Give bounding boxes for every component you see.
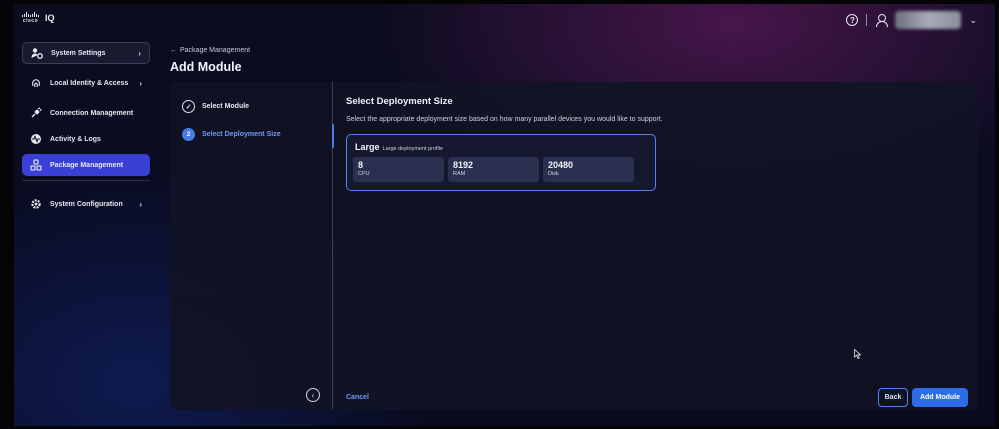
- sidebar-item-package-management[interactable]: Package Management: [22, 154, 150, 176]
- app-logo[interactable]: cisco IQ: [22, 12, 55, 24]
- metric-ram: 8192 RAM: [448, 157, 539, 182]
- size-description: Large deployment profile: [382, 146, 444, 152]
- size-metrics: 8 CPU 8192 RAM 20480 Disk: [353, 157, 634, 182]
- chevron-down-icon[interactable]: ⌄: [969, 15, 977, 26]
- sidebar-item-local-identity[interactable]: Local Identity & Access ›: [22, 68, 150, 98]
- sidebar: System Settings › Local Identity & Acces…: [22, 42, 150, 223]
- add-module-button[interactable]: Add Module: [912, 388, 968, 407]
- size-card-header: Large Large deployment profile: [355, 142, 443, 152]
- sidebar-item-label: Local Identity & Access: [50, 79, 129, 87]
- sidebar-item-connection-management[interactable]: Connection Management: [22, 102, 150, 124]
- back-button[interactable]: Back: [878, 388, 908, 407]
- fingerprint-icon: [30, 77, 42, 89]
- step-select-deployment-size[interactable]: 2 Select Deployment Size: [182, 128, 281, 141]
- metric-label: RAM: [453, 171, 466, 177]
- back-link-label: Package Management: [180, 47, 251, 54]
- metric-value: 20480: [548, 160, 574, 170]
- metric-label: Disk: [548, 171, 559, 177]
- step-number-badge: 2: [182, 128, 195, 141]
- activity-icon: [30, 133, 42, 145]
- cisco-logo-icon: cisco: [22, 12, 39, 24]
- check-circle-icon: ✓: [182, 100, 195, 113]
- user-name-redacted[interactable]: [895, 11, 962, 29]
- top-right-controls: ? ⌄: [846, 11, 977, 29]
- user-icon[interactable]: [875, 14, 889, 27]
- page-title: Add Module: [170, 60, 242, 74]
- plug-icon: [30, 107, 42, 119]
- section-title: Select Deployment Size: [346, 96, 453, 107]
- sidebar-item-activity-logs[interactable]: Activity & Logs: [22, 128, 150, 150]
- back-link[interactable]: ← Package Management: [170, 47, 250, 54]
- chevron-right-icon: ›: [138, 48, 141, 58]
- collapse-stepper-button[interactable]: ‹: [306, 388, 320, 402]
- step-select-module[interactable]: ✓ Select Module: [182, 100, 249, 113]
- wizard-panel: ✓ Select Module 2 Select Deployment Size…: [170, 82, 978, 410]
- metric-value: 8: [358, 160, 364, 170]
- cancel-link[interactable]: Cancel: [346, 394, 369, 401]
- sidebar-item-label: System Settings: [51, 49, 106, 57]
- wizard-content: Select Deployment Size Select the approp…: [346, 82, 978, 410]
- help-icon[interactable]: ?: [846, 14, 859, 26]
- top-bar: cisco IQ ? ⌄: [14, 4, 995, 32]
- app-window: cisco IQ ? ⌄ System Settings › Local Ide…: [14, 4, 995, 426]
- settings-icon: [30, 198, 42, 210]
- metric-cpu: 8 CPU: [353, 157, 444, 182]
- mouse-cursor-icon: [854, 349, 862, 359]
- chevron-right-icon: ›: [139, 78, 142, 88]
- sidebar-item-label: Connection Management: [50, 109, 134, 117]
- metric-label: CPU: [358, 171, 370, 177]
- gear-user-icon: [31, 47, 43, 59]
- deployment-size-card-large[interactable]: Large Large deployment profile 8 CPU 819…: [346, 134, 656, 191]
- chevron-right-icon: ›: [139, 199, 142, 209]
- size-name: Large: [355, 142, 380, 152]
- sidebar-item-label: System Configuration: [50, 200, 123, 208]
- sidebar-item-system-configuration[interactable]: System Configuration ›: [22, 189, 150, 219]
- section-description: Select the appropriate deployment size b…: [346, 116, 663, 123]
- sidebar-divider: [22, 180, 150, 181]
- wizard-stepper: ✓ Select Module 2 Select Deployment Size…: [170, 82, 333, 410]
- system-settings-subnav: Local Identity & Access › Connection Man…: [22, 68, 150, 176]
- product-name: IQ: [45, 13, 55, 23]
- logo-wordmark: cisco: [22, 18, 39, 24]
- step-label: Select Module: [202, 103, 250, 110]
- package-icon: [30, 159, 42, 171]
- toolbar-divider: [866, 14, 868, 26]
- step-label: Select Deployment Size: [202, 131, 281, 138]
- metric-value: 8192: [453, 160, 474, 170]
- sidebar-item-label: Package Management: [50, 161, 124, 169]
- arrow-left-icon: ←: [170, 47, 177, 54]
- sidebar-item-label: Activity & Logs: [50, 135, 101, 143]
- sidebar-item-system-settings[interactable]: System Settings ›: [22, 42, 150, 64]
- active-step-indicator: [332, 124, 334, 148]
- metric-disk: 20480 Disk: [543, 157, 634, 182]
